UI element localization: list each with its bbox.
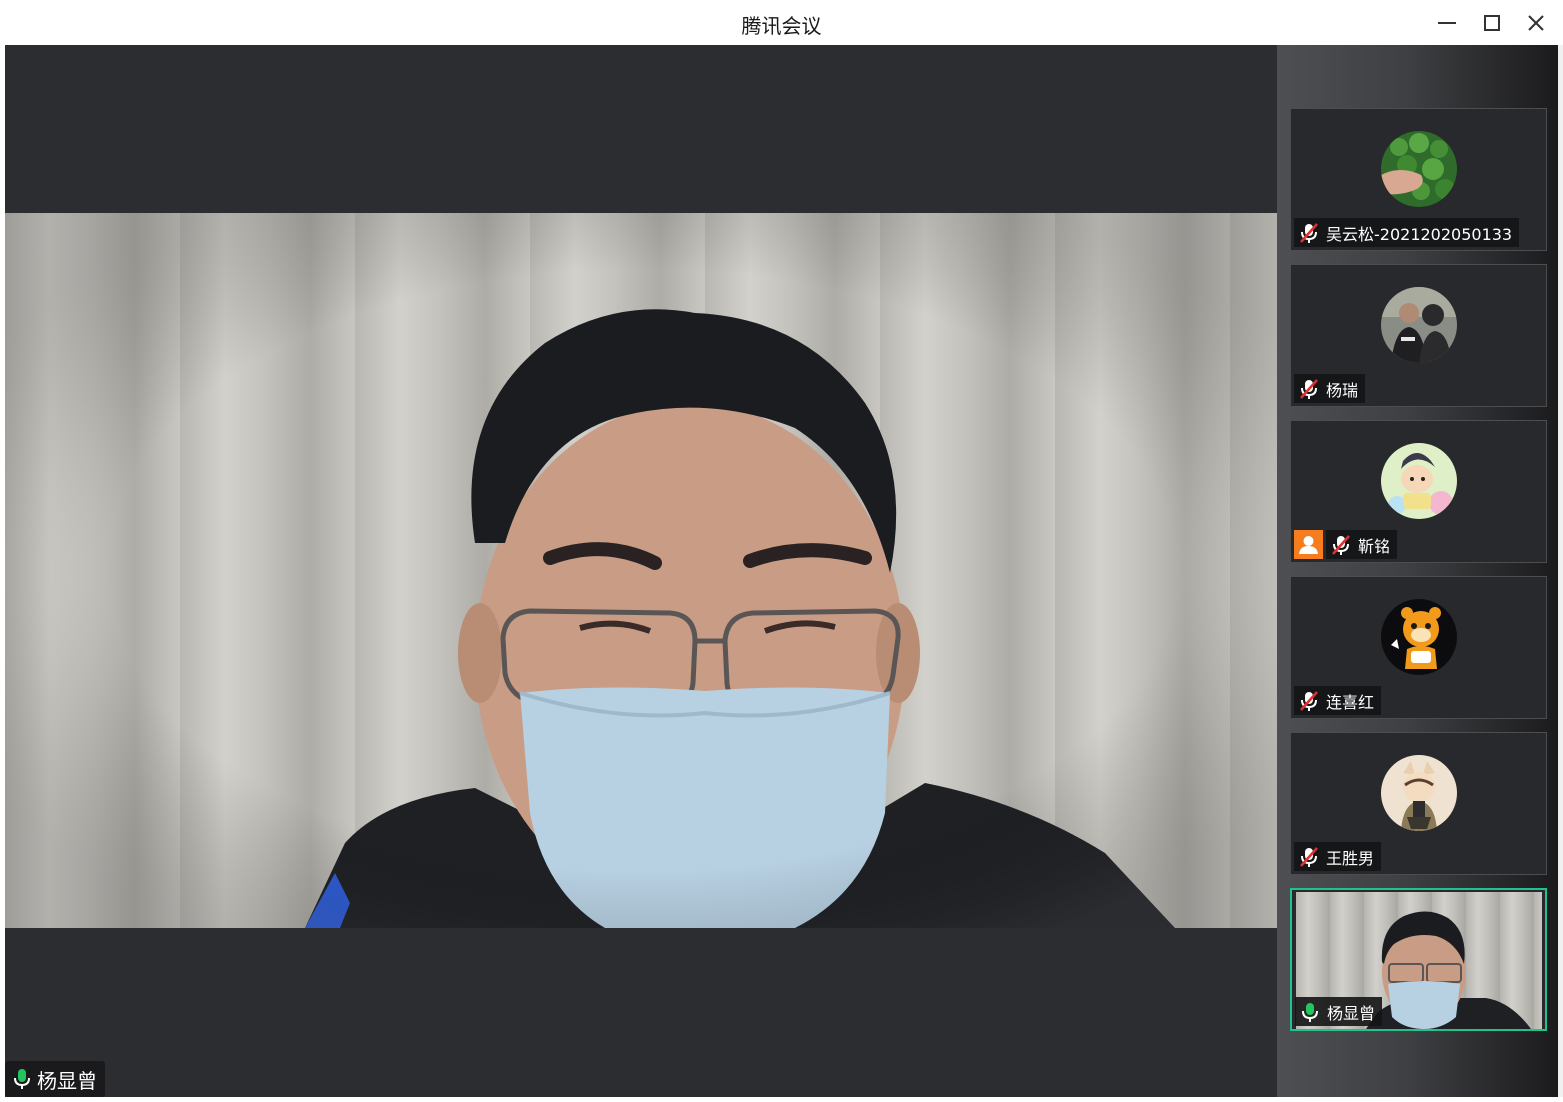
participant-label: 杨瑞 bbox=[1294, 374, 1366, 403]
participant-label: 靳铭 bbox=[1326, 530, 1398, 559]
photo-avatar bbox=[1381, 287, 1457, 363]
maximize-icon bbox=[1484, 15, 1500, 31]
mic-muted-icon bbox=[1298, 222, 1320, 244]
participant-name: 靳铭 bbox=[1358, 536, 1391, 556]
participant-tile[interactable]: 靳铭 bbox=[1290, 420, 1547, 563]
participant-tile-active[interactable]: 杨显曾 bbox=[1290, 888, 1547, 1031]
close-button[interactable] bbox=[1521, 8, 1551, 38]
participant-name: 吴云松-2021202050133 bbox=[1326, 224, 1513, 244]
host-user-icon bbox=[1294, 530, 1323, 559]
mic-muted-icon bbox=[1298, 690, 1320, 712]
mic-muted-icon bbox=[1330, 534, 1352, 556]
participant-tile[interactable]: 王胜男 bbox=[1290, 732, 1547, 875]
participant-label: 王胜男 bbox=[1294, 842, 1382, 871]
cartoon-avatar bbox=[1381, 443, 1457, 519]
participant-name: 杨显曾 bbox=[1327, 1003, 1376, 1023]
window-title: 腾讯会议 bbox=[741, 14, 822, 38]
mic-on-icon bbox=[11, 1067, 33, 1091]
minimize-button[interactable] bbox=[1432, 8, 1462, 38]
participant-label: 杨显曾 bbox=[1295, 997, 1383, 1026]
maximize-button[interactable] bbox=[1477, 8, 1507, 38]
speaker-video-frame bbox=[5, 213, 1277, 928]
participant-name: 杨瑞 bbox=[1326, 380, 1359, 400]
main-video-stage[interactable] bbox=[5, 45, 1277, 1097]
title-bar[interactable]: 腾讯会议 bbox=[0, 0, 1563, 45]
main-speaker-name: 杨显曾 bbox=[37, 1068, 97, 1093]
minimize-icon bbox=[1438, 22, 1456, 24]
clover-leaf-avatar bbox=[1381, 131, 1457, 207]
close-icon bbox=[1528, 15, 1544, 31]
participant-label: 吴云松-2021202050133 bbox=[1294, 218, 1520, 247]
mic-muted-icon bbox=[1298, 846, 1320, 868]
participant-label: 连喜红 bbox=[1294, 686, 1382, 715]
main-speaker-video bbox=[5, 213, 1277, 928]
main-speaker-label: 杨显曾 bbox=[5, 1061, 105, 1097]
tencent-meeting-window: 腾讯会议 杨显曾 吴云松-2021202050133 杨瑞 靳铭 连喜红 王胜男… bbox=[0, 0, 1563, 1102]
participant-name: 王胜男 bbox=[1326, 848, 1375, 868]
window-edge bbox=[1558, 45, 1563, 1097]
participant-tile[interactable]: 杨瑞 bbox=[1290, 264, 1547, 407]
mic-muted-icon bbox=[1298, 378, 1320, 400]
tiger-cartoon-avatar bbox=[1381, 599, 1457, 675]
mic-on-icon bbox=[1299, 1001, 1321, 1023]
illustrated-avatar bbox=[1381, 755, 1457, 831]
participant-name: 连喜红 bbox=[1326, 692, 1375, 712]
participant-tile[interactable]: 连喜红 bbox=[1290, 576, 1547, 719]
participant-tile[interactable]: 吴云松-2021202050133 bbox=[1290, 108, 1547, 251]
